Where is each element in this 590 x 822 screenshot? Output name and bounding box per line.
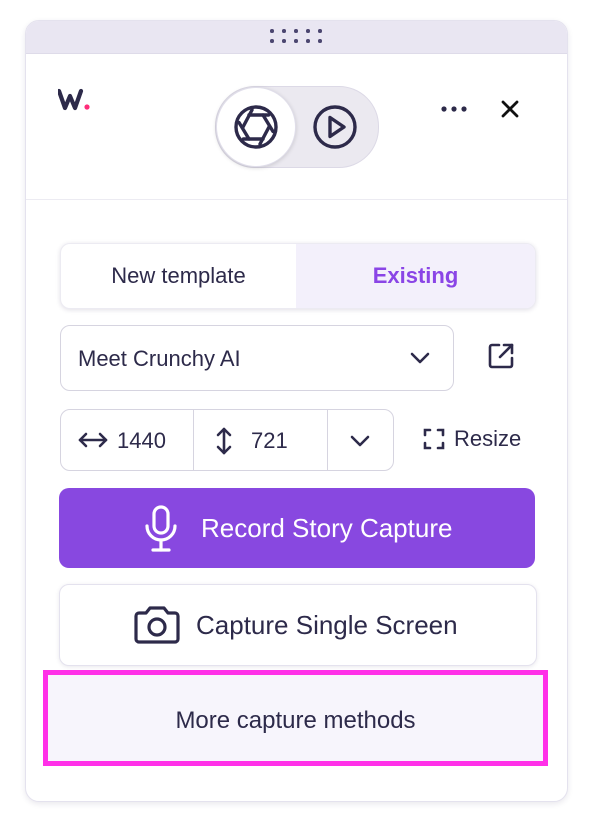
template-select[interactable]: Meet Crunchy AI (60, 325, 454, 391)
play-circle-icon (313, 105, 357, 149)
resize-label: Resize (454, 426, 522, 451)
divider (193, 410, 194, 470)
capture-single-screen-button[interactable]: Capture Single Screen (59, 584, 537, 666)
drag-handle[interactable] (26, 21, 567, 54)
width-arrows-icon (78, 432, 108, 448)
capture-panel: New template Existing Meet Crunchy AI 14… (25, 20, 568, 802)
more-capture-methods-button[interactable]: More capture methods (43, 670, 548, 766)
height-input[interactable]: 721 (251, 428, 288, 454)
screenshot-mode-button[interactable] (216, 87, 296, 167)
template-select-value: Meet Crunchy AI (78, 346, 241, 371)
close-icon (501, 100, 519, 118)
external-link-icon (488, 343, 514, 369)
tab-existing[interactable]: Existing (296, 244, 535, 308)
width-input[interactable]: 1440 (117, 428, 166, 454)
capture-mode-toggle (215, 86, 379, 168)
app-logo (56, 87, 92, 116)
template-type-tabs: New template Existing (60, 243, 536, 309)
resize-corners-icon (423, 428, 445, 450)
tab-new-template[interactable]: New template (61, 244, 296, 308)
resize-button[interactable]: Resize (422, 426, 521, 452)
more-capture-methods-label: More capture methods (175, 707, 416, 734)
more-options-button[interactable] (440, 99, 468, 119)
record-story-capture-label: Record Story Capture (201, 513, 453, 543)
camera-icon (134, 606, 180, 644)
divider (327, 410, 328, 470)
dimensions-group: 1440 721 (60, 409, 394, 471)
more-horizontal-icon (441, 106, 467, 112)
close-button[interactable] (498, 97, 522, 121)
header-divider (26, 199, 567, 200)
drag-dots-icon (270, 29, 326, 45)
capture-single-screen-label: Capture Single Screen (196, 610, 458, 640)
chevron-down-icon[interactable] (349, 432, 371, 450)
video-mode-button[interactable] (296, 87, 374, 167)
record-story-capture-button[interactable]: Record Story Capture (59, 488, 535, 568)
aperture-icon (234, 105, 278, 149)
microphone-icon (145, 505, 177, 552)
open-template-button[interactable] (486, 341, 516, 376)
height-arrows-icon (216, 427, 232, 455)
chevron-down-icon (410, 352, 430, 364)
